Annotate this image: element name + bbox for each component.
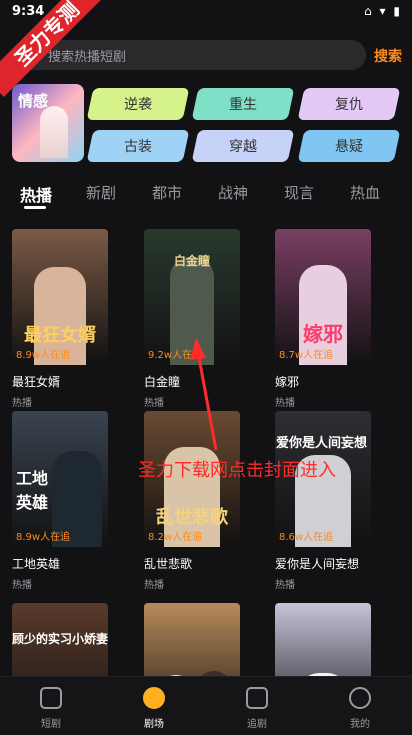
tab-xianyan[interactable]: 现言 [284, 182, 314, 203]
poster[interactable]: 白金瞳 9.2w人在追 [144, 229, 240, 365]
chip-xuanyi[interactable]: 悬疑 [297, 130, 401, 162]
hero-category-emotion[interactable]: 情感 [12, 84, 84, 162]
nav-label: 剧场 [144, 719, 164, 730]
status-icons: ⌂ ▾ ▮ [364, 4, 402, 18]
drama-name: 白金瞳 [144, 375, 181, 389]
watermark-overlay-text: 圣力下载网点击封面进入 [138, 460, 336, 481]
chip-label: 复仇 [335, 97, 363, 113]
chip-label: 古装 [124, 139, 152, 155]
poster-title: 工地英雄 [16, 469, 49, 512]
nav-label: 我的 [350, 719, 370, 730]
poster-title: 白金瞳 [173, 254, 210, 268]
drama-name: 最狂女婿 [12, 375, 61, 389]
tab-rebo[interactable]: 热播 [20, 182, 52, 206]
poster[interactable]: 顾少的实习小娇妻 [12, 603, 108, 676]
drama-tag: 热播 [12, 398, 32, 409]
status-time: 9:34 [12, 4, 45, 19]
chip-fuchou[interactable]: 复仇 [297, 88, 401, 120]
chip-chuanyue[interactable]: 穿越 [191, 130, 295, 162]
chip-label: 悬疑 [335, 139, 363, 155]
search-button[interactable]: 搜索 [374, 46, 402, 66]
bottom-nav: 短剧 剧场 追剧 我的 [0, 676, 412, 735]
tab-underline [24, 206, 46, 209]
tab-xinju[interactable]: 新剧 [86, 182, 116, 203]
drama-card[interactable]: 白金瞳 9.2w人在追 白金瞳 热播 [144, 229, 240, 409]
search-bar[interactable]: 搜索热播短剧 [14, 40, 366, 70]
drama-card[interactable]: 爱你是人间妄想 8.6w人在追 爱你是人间妄想 热播 [275, 411, 371, 591]
chip-label: 逆袭 [124, 97, 152, 113]
drama-card[interactable]: 顾少的实习小娇妻 [12, 603, 108, 676]
poster-title: 顾少的实习小娇妻 [12, 632, 108, 646]
search-input[interactable]: 搜索热播短剧 [48, 46, 126, 65]
chip-chongsheng[interactable]: 重生 [191, 88, 295, 120]
drama-tag: 热播 [275, 398, 295, 409]
drama-tag: 热播 [275, 580, 295, 591]
heat-count: 8.7w人在追 [279, 350, 334, 361]
nav-label: 追剧 [247, 719, 267, 730]
drama-name: 爱你是人间妄想 [275, 557, 360, 571]
chip-label: 重生 [229, 97, 257, 113]
chip-nixi[interactable]: 逆袭 [86, 88, 190, 120]
poster[interactable]: 嫁邪 8.7w人在追 [275, 229, 371, 365]
drama-tag: 热播 [144, 580, 164, 591]
drama-tag: 热播 [12, 580, 32, 591]
heat-count: 8.9w人在追 [16, 532, 71, 543]
tab-rexue[interactable]: 热血 [350, 182, 380, 203]
hero-label: 情感 [18, 92, 49, 110]
poster-art [275, 603, 371, 676]
poster-title: 爱你是人间妄想 [275, 436, 367, 451]
poster-title: 嫁邪 [303, 322, 343, 346]
nav-label: 短剧 [41, 719, 61, 730]
drama-card[interactable]: 嫁邪 8.7w人在追 嫁邪 热播 [275, 229, 371, 409]
drama-card[interactable]: 工地英雄 8.9w人在追 工地英雄 热播 [12, 411, 108, 591]
nav-follow[interactable]: 追剧 [227, 687, 287, 730]
drama-card[interactable]: 乱世悲歌 8.2w人在追 乱世悲歌 热播 [144, 411, 240, 591]
poster[interactable]: 最狂女婿 8.9w人在追 [12, 229, 108, 365]
drama-card[interactable] [275, 603, 371, 676]
theater-icon [143, 687, 165, 709]
poster[interactable]: 工地英雄 8.9w人在追 [12, 411, 108, 547]
video-icon [246, 687, 268, 709]
nav-theater[interactable]: 剧场 [124, 687, 184, 730]
profile-icon [349, 687, 371, 709]
heat-count: 9.2w人在追 [148, 350, 203, 361]
drama-grid: 最狂女婿 8.9w人在追 最狂女婿 热播 白金瞳 9.2w人在追 白金瞳 热播 … [0, 229, 412, 676]
tab-zhanshen[interactable]: 战神 [218, 182, 248, 203]
poster[interactable] [275, 603, 371, 676]
poster-title: 乱世悲歌 [156, 507, 228, 528]
hero-figure [40, 106, 68, 158]
heat-count: 8.6w人在追 [279, 532, 334, 543]
poster-title: 最狂女婿 [24, 325, 96, 346]
home-icon [40, 687, 62, 709]
drama-card[interactable]: 最狂女婿 8.9w人在追 最狂女婿 热播 [12, 229, 108, 409]
nav-profile[interactable]: 我的 [330, 687, 390, 730]
heat-count: 8.2w人在追 [148, 532, 203, 543]
chip-label: 穿越 [229, 139, 257, 155]
chip-guzhuang[interactable]: 古装 [86, 130, 190, 162]
drama-name: 乱世悲歌 [144, 557, 193, 571]
heat-count: 8.9w人在追 [16, 350, 71, 361]
genre-tabs: 热播 新剧 都市 战神 现言 热血 [0, 182, 412, 206]
tab-dushi[interactable]: 都市 [152, 182, 182, 203]
drama-name: 嫁邪 [275, 375, 300, 389]
poster[interactable] [144, 603, 240, 676]
drama-name: 工地英雄 [12, 557, 61, 571]
poster-art [144, 603, 240, 676]
drama-tag: 热播 [144, 398, 164, 409]
nav-short-drama[interactable]: 短剧 [21, 687, 81, 730]
drama-card[interactable] [144, 603, 240, 676]
